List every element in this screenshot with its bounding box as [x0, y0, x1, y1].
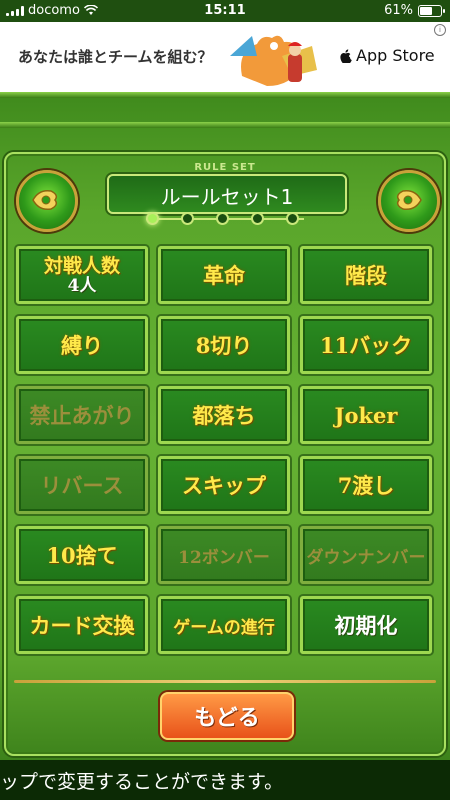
rule-label: 10捨て [46, 543, 118, 568]
rule-tile-1[interactable]: 対戦人数 4人 [16, 246, 148, 304]
rule-label: 階段 [345, 263, 387, 288]
rule-value: 4人 [67, 276, 97, 296]
ruleset-caption: RULE SET [194, 162, 256, 173]
rule-label: 8切り [195, 333, 253, 358]
ad-info-icon[interactable]: i [434, 24, 446, 36]
rule-label: 対戦人数 [43, 255, 120, 277]
rule-tile-7[interactable]: 禁止あがり [16, 386, 148, 444]
rule-tile-11[interactable]: スキップ [158, 456, 290, 514]
rule-tile-4[interactable]: 縛り [16, 316, 148, 374]
ad-banner[interactable]: あなたは誰とチームを組む？ App Store i [0, 22, 450, 92]
rule-label: 都落ち [192, 403, 256, 428]
rule-tile-8[interactable]: 都落ち [158, 386, 290, 444]
bottom-divider [14, 680, 436, 683]
prev-arrow-icon [32, 189, 58, 211]
rule-label: 革命 [203, 263, 245, 288]
rule-tile-17[interactable]: ゲームの進行 [158, 596, 290, 654]
clock: 15:11 [204, 3, 246, 18]
mid-band [0, 122, 450, 128]
rule-label: ゲームの進行 [173, 617, 275, 638]
rule-tile-10[interactable]: リバース [16, 456, 148, 514]
rule-tile-3[interactable]: 階段 [300, 246, 432, 304]
rule-label: Joker [334, 402, 398, 428]
rule-label: リバース [40, 473, 124, 498]
app-store-badge: App Store [340, 46, 435, 65]
rule-label: 初期化 [334, 613, 398, 638]
rule-label: 12ボンバー [178, 547, 270, 568]
battery-percent: 61% [384, 3, 413, 18]
rule-settings-screen: RULE SET ルールセット1 対戦人数 4人 革命 階段縛り 8切り 11バック禁止あ… [0, 92, 450, 760]
rule-tile-5[interactable]: 8切り [158, 316, 290, 374]
page-dot-1[interactable] [146, 212, 159, 225]
apple-icon [340, 48, 352, 63]
rule-tile-18[interactable]: 初期化 [300, 596, 432, 654]
ruleset-name: ルールセット1 [160, 185, 294, 209]
next-ruleset-button[interactable] [378, 170, 440, 232]
help-ticker: ップで変更することができます。 [0, 760, 450, 800]
help-message: ップで変更することができます。 [0, 771, 284, 793]
rule-tile-13[interactable]: 10捨て [16, 526, 148, 584]
rule-label: スキップ [182, 473, 266, 498]
ad-character-art [230, 35, 317, 86]
ad-headline: あなたは誰とチームを組む？ [18, 48, 213, 66]
page-dot-3[interactable] [216, 212, 229, 225]
rule-tile-12[interactable]: 7渡し [300, 456, 432, 514]
rule-label: ダウンナンバー [306, 547, 426, 568]
next-arrow-icon [396, 189, 422, 211]
rule-label: 7渡し [337, 473, 395, 498]
rule-label: 禁止あがり [29, 403, 135, 428]
battery-icon [418, 4, 445, 17]
rule-tile-14[interactable]: 12ボンバー [158, 526, 290, 584]
page-dot-4[interactable] [251, 212, 264, 225]
rule-label: 縛り [61, 333, 103, 358]
rule-tile-15[interactable]: ダウンナンバー [300, 526, 432, 584]
rule-tile-6[interactable]: 11バック [300, 316, 432, 374]
rule-tile-9[interactable]: Joker [300, 386, 432, 444]
rule-label: 11バック [319, 333, 413, 358]
page-dot-5[interactable] [286, 212, 299, 225]
rule-label: カード交換 [29, 613, 135, 638]
ruleset-page-indicator [140, 209, 310, 229]
back-button[interactable]: もどる [160, 692, 294, 740]
status-bar: docomo 15:11 61% [0, 0, 450, 22]
rule-tile-2[interactable]: 革命 [158, 246, 290, 304]
battery-info: 61% [384, 3, 445, 18]
page-dot-2[interactable] [181, 212, 194, 225]
rule-tile-16[interactable]: カード交換 [16, 596, 148, 654]
app-store-label: App Store [356, 46, 435, 65]
prev-ruleset-button[interactable] [16, 170, 78, 232]
board-frame [4, 152, 446, 756]
ruleset-name-panel[interactable]: ルールセット1 [107, 174, 347, 214]
top-band [0, 92, 450, 98]
